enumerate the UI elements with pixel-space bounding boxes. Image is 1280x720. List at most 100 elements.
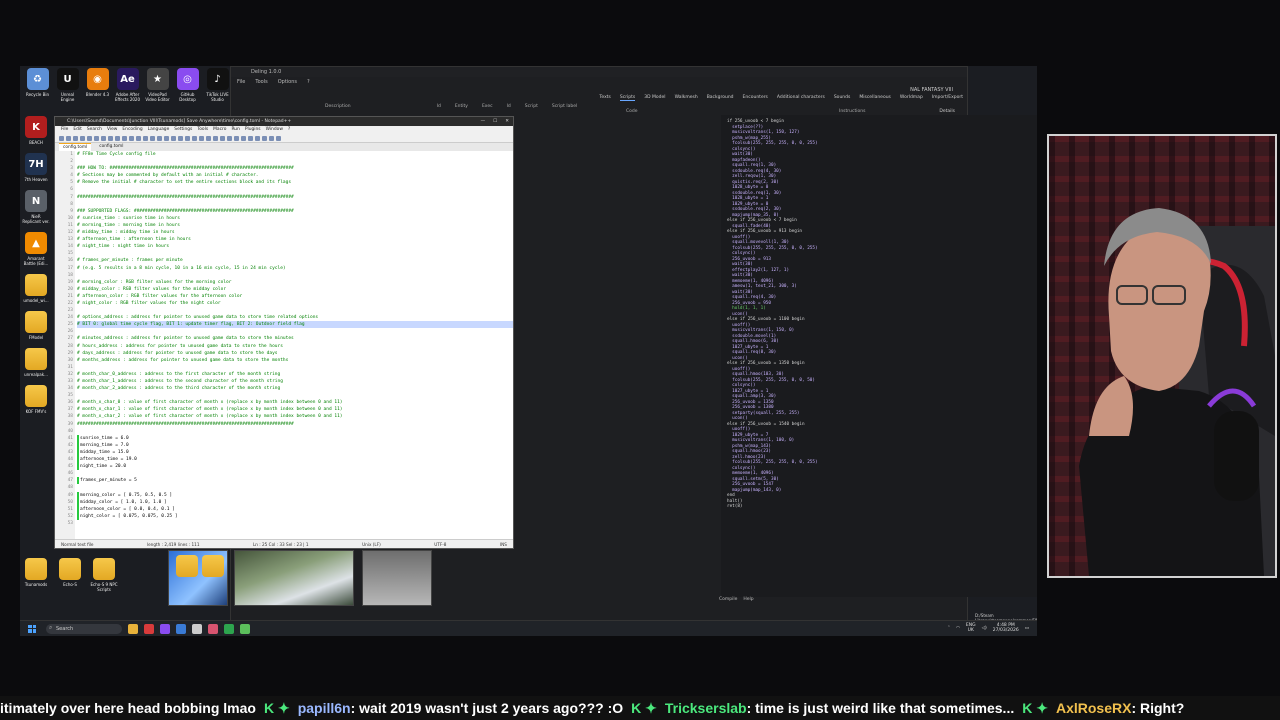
toolbar-button-icon[interactable] <box>59 136 64 141</box>
npp-editor[interactable]: 1 2 3 4 5 6 7 8 9 10 11 12 13 14 15 16 17 18 19 20 21 22 23 24 2… <box>55 151 513 539</box>
editor-line[interactable] <box>77 201 513 208</box>
toolbar-button-icon[interactable] <box>94 136 99 141</box>
script-list-header[interactable]: Script label <box>552 104 577 109</box>
editor-line[interactable]: # hours_address : address for pointer to… <box>77 343 513 350</box>
desktop-shortcut[interactable]: ♪ TikTok LIVE Studio <box>204 68 231 102</box>
npp-menu-item[interactable]: Window <box>266 126 283 134</box>
editor-line[interactable]: # morning_time : morning time in hours <box>77 222 513 229</box>
npp-menu-item[interactable]: Run <box>231 126 239 134</box>
minimize-icon[interactable]: — <box>481 117 486 126</box>
desktop-shortcut[interactable]: ♻ Recycle Bin <box>24 68 51 102</box>
code-status-tab[interactable]: Compile <box>719 597 737 602</box>
toolbar-button-icon[interactable] <box>199 136 204 141</box>
toolbar-button-icon[interactable] <box>248 136 253 141</box>
editor-line[interactable]: # month_char_0_address : address to the … <box>77 371 513 378</box>
desktop-shortcut[interactable]: Echo-S 9 NPC Scripts <box>90 558 118 592</box>
game-scene-thumbnail[interactable] <box>234 550 354 606</box>
toolbar-button-icon[interactable] <box>262 136 267 141</box>
desktop-shortcut[interactable]: ◉ Blender 4.3 <box>84 68 111 102</box>
toolbar-button-icon[interactable] <box>108 136 113 141</box>
desktop-shortcut[interactable]: KOF FMV's <box>22 385 50 414</box>
toolbar-button-icon[interactable] <box>129 136 134 141</box>
tab-encounters[interactable]: Encounters <box>743 95 768 101</box>
desktop-shortcut[interactable]: Tsunamods <box>22 558 50 592</box>
notification-icon[interactable]: ▭ <box>1025 626 1029 631</box>
editor-line[interactable]: # options_address : address for pointer … <box>77 314 513 321</box>
chevron-up-icon[interactable]: ˄ <box>948 626 950 631</box>
editor-line[interactable]: frames_per_minute = 5 <box>77 477 513 485</box>
editor-line[interactable] <box>77 307 513 314</box>
editor-line[interactable] <box>77 328 513 335</box>
script-list-header[interactable]: Id <box>437 104 441 109</box>
toolbar-button-icon[interactable] <box>178 136 183 141</box>
desktop-shortcut[interactable]: K BEACH <box>22 116 50 145</box>
toolbar-button-icon[interactable] <box>73 136 78 141</box>
script-list-header[interactable]: Description <box>325 104 351 109</box>
tab-sounds[interactable]: Sounds <box>834 95 851 101</box>
taskbar-app-icon[interactable] <box>208 623 218 634</box>
editor-line[interactable]: # month_x_char_0 : value of first charac… <box>77 399 513 406</box>
close-icon[interactable]: ✕ <box>505 117 509 126</box>
grey-thumbnail[interactable] <box>362 550 432 606</box>
editor-line[interactable] <box>77 272 513 279</box>
editor-line[interactable] <box>77 470 513 477</box>
editor-line[interactable]: afternoon_time = 19.0 <box>77 456 513 464</box>
start-button-icon[interactable] <box>28 624 36 633</box>
toolbar-button-icon[interactable] <box>87 136 92 141</box>
desktop-shortcut[interactable]: umodel_wi... <box>22 274 50 303</box>
toolbar-button-icon[interactable] <box>234 136 239 141</box>
editor-line[interactable] <box>77 392 513 399</box>
editor-line[interactable] <box>77 250 513 257</box>
tab-background[interactable]: Background <box>707 95 734 101</box>
npp-menu-item[interactable]: View <box>107 126 117 134</box>
editor-line[interactable]: # minutes_address : address for pointer … <box>77 335 513 342</box>
editor-line[interactable]: # month_x_char_1 : value of first charac… <box>77 406 513 413</box>
editor-line[interactable]: sunrise_time = 6.0 <box>77 434 513 442</box>
editor-line[interactable]: ########################################… <box>77 194 513 201</box>
editor-line[interactable] <box>77 520 513 527</box>
editor-line[interactable]: # afternoon_color : RGB filter values fo… <box>77 293 513 300</box>
editor-line[interactable] <box>77 428 513 435</box>
editor-line[interactable] <box>77 364 513 371</box>
details-button[interactable]: Details <box>939 109 955 114</box>
editor-line[interactable]: ### HOW TO: ############################… <box>77 165 513 172</box>
taskbar-app-icon[interactable] <box>240 623 250 634</box>
desktop-shortcut[interactable]: ◎ GitHub Desktop <box>174 68 201 102</box>
tab-import-export[interactable]: Import/Export <box>932 95 963 101</box>
script-list-header[interactable]: Exec <box>482 104 493 109</box>
editor-line[interactable]: # midday_color : RGB filter values for t… <box>77 286 513 293</box>
taskbar-app-icon[interactable] <box>128 623 138 634</box>
npp-menu-item[interactable]: Search <box>87 126 102 134</box>
tab-scripts[interactable]: Scripts <box>619 95 636 101</box>
wifi-icon[interactable]: ◠ <box>956 626 960 631</box>
editor-line[interactable]: ########################################… <box>77 421 513 428</box>
editor-line[interactable]: # frames_per_minute : frames per minute <box>77 257 513 264</box>
npp-file-tab[interactable]: config.toml <box>59 143 92 151</box>
script-list-header[interactable]: Id <box>507 104 511 109</box>
toolbar-button-icon[interactable] <box>157 136 162 141</box>
toolbar-button-icon[interactable] <box>164 136 169 141</box>
editor-line[interactable]: # months_address : address for pointer t… <box>77 357 513 364</box>
toolbar-button-icon[interactable] <box>122 136 127 141</box>
toolbar-button-icon[interactable] <box>206 136 211 141</box>
field-editor-menu-item[interactable]: Options <box>278 77 297 87</box>
toolbar-button-icon[interactable] <box>66 136 71 141</box>
taskbar-search[interactable]: Search <box>46 623 122 634</box>
editor-line[interactable] <box>77 186 513 193</box>
toolbar-button-icon[interactable] <box>276 136 281 141</box>
desktop-shortcut[interactable]: ★ VideoPad Video Editor <box>144 68 171 102</box>
npp-menu-item[interactable]: Language <box>148 126 170 134</box>
editor-line[interactable]: # days_address : address for pointer to … <box>77 350 513 357</box>
npp-menu-item[interactable]: Tools <box>197 126 208 134</box>
editor-line[interactable]: # BIT 0: global time cycle flag, BIT 1: … <box>77 321 513 329</box>
npp-menu-item[interactable]: Plugins <box>245 126 261 134</box>
npp-menu-item[interactable]: File <box>61 126 68 134</box>
taskbar-app-icon[interactable] <box>192 623 202 634</box>
toolbar-button-icon[interactable] <box>185 136 190 141</box>
editor-line[interactable]: # morning_color : RGB filter values for … <box>77 279 513 286</box>
editor-line[interactable]: ### SUPPORTED FLAGS: ###################… <box>77 208 513 215</box>
editor-line[interactable]: # month_char_1_address : address to the … <box>77 378 513 385</box>
maximize-icon[interactable]: ☐ <box>493 117 497 126</box>
toolbar-button-icon[interactable] <box>136 136 141 141</box>
taskbar-app-icon[interactable] <box>176 623 186 634</box>
